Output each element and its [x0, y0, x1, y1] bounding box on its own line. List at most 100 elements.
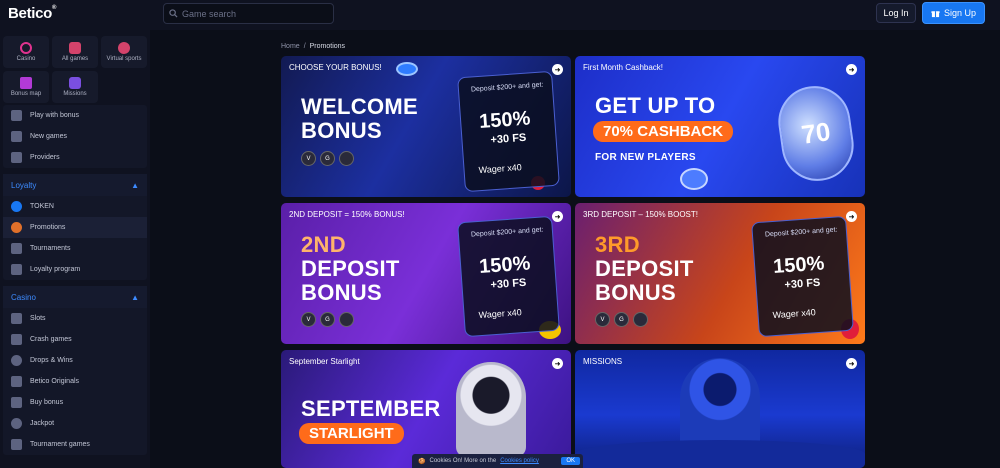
sidebar-item-drops-wins[interactable]: Drops & Wins — [3, 350, 147, 371]
main-content: Home / Promotions CHOOSE YOUR BONUS! ➜ WEL… — [150, 30, 1000, 468]
chevron-up-icon: ▲ — [131, 180, 139, 190]
deposit-card: Deposit $200+ and get: 150% +30 FS Wager… — [457, 70, 560, 193]
apple-pay-icon — [633, 312, 648, 327]
promo-card-2nd-deposit[interactable]: 2ND DEPOSIT = 150% BONUS! ➜ 2ND DEPOSIT … — [281, 203, 571, 344]
sidebar-item-label: New games — [30, 133, 67, 140]
diamond-icon — [680, 168, 708, 190]
arrow-right-icon[interactable]: ➜ — [846, 211, 857, 222]
promo-label: 2ND DEPOSIT = 150% BONUS! — [289, 210, 405, 219]
arrow-right-icon[interactable]: ➜ — [552, 64, 563, 75]
payment-icons: V G — [595, 312, 648, 327]
visa-icon: V — [301, 312, 316, 327]
sidebar-top-list: Play with bonus New games Providers — [3, 105, 147, 168]
promo-label: September Starlight — [289, 357, 360, 366]
sidebar-item-label: Buy bonus — [30, 399, 64, 406]
sidebar-item-betico-originals[interactable]: Betico Originals — [3, 371, 147, 392]
sidebar-item-token[interactable]: TOKEN — [3, 196, 147, 217]
signup-label: Sign Up — [943, 8, 977, 18]
deposit-percent: 150% — [478, 252, 532, 278]
new-games-icon — [11, 131, 22, 142]
promo-label: MISSIONS — [583, 357, 623, 366]
loyalty-program-icon — [11, 264, 22, 275]
deposit-card: Deposit $200+ and get: 150% +30 FS Wager… — [457, 215, 560, 338]
quick-label: Bonus map — [10, 91, 42, 97]
arrow-right-icon[interactable]: ➜ — [552, 211, 563, 222]
payment-icons: V G — [301, 312, 354, 327]
promo-label: First Month Cashback! — [583, 63, 664, 72]
promo-label: CHOOSE YOUR BONUS! — [289, 63, 382, 72]
sidebar-item-label: Jackpot — [30, 420, 55, 427]
breadcrumb-home[interactable]: Home — [281, 43, 300, 50]
sidebar-item-slots[interactable]: Slots — [3, 308, 147, 329]
sidebar-item-tournaments[interactable]: Tournaments — [3, 238, 147, 259]
promo-card-3rd-deposit[interactable]: 3RD DEPOSIT – 150% BOOST! ➜ 3RD DEPOSIT … — [575, 203, 865, 344]
sidebar-item-label: Drops & Wins — [30, 357, 73, 364]
cookie-ok-button[interactable]: OK — [561, 457, 580, 465]
arrow-right-icon[interactable]: ➜ — [552, 358, 563, 369]
sidebar-item-label: TOKEN — [30, 203, 54, 210]
deposit-wager: Wager x40 — [772, 307, 817, 321]
visa-icon: V — [595, 312, 610, 327]
promo-card-welcome[interactable]: CHOOSE YOUR BONUS! ➜ WELCOME BONUS V G D… — [281, 56, 571, 197]
sidebar-item-play-with-bonus[interactable]: Play with bonus — [3, 105, 147, 126]
breadcrumb-current: Promotions — [309, 43, 346, 50]
sidebar-item-promotions[interactable]: Promotions — [3, 217, 147, 238]
top-bar: Betico® Log In Sign Up — [0, 0, 1000, 30]
sidebar-item-loyalty-program[interactable]: Loyalty program — [3, 259, 147, 280]
promo-card-missions[interactable]: MISSIONS ➜ — [575, 350, 865, 468]
promo-title-line1: GET UP TO — [595, 93, 716, 118]
promo-label: 3RD DEPOSIT – 150% BOOST! — [583, 210, 699, 219]
loyalty-header[interactable]: Loyalty ▲ — [3, 174, 147, 196]
logo[interactable]: Betico® — [8, 5, 56, 22]
sidebar-item-tournament-games[interactable]: Tournament games — [3, 434, 147, 455]
search-icon — [169, 9, 178, 18]
deposit-free-spins: +30 FS — [490, 276, 527, 292]
token-icon — [11, 201, 22, 212]
sidebar-loyalty: Loyalty ▲ TOKEN Promotions Tournaments Lo… — [3, 174, 147, 280]
quick-bonus-map[interactable]: Bonus map — [3, 71, 49, 103]
quick-virtual-sports[interactable]: Virtual sports — [101, 36, 147, 68]
signup-button[interactable]: Sign Up — [922, 2, 985, 24]
promo-title-line1: SEPTEMBER — [301, 396, 441, 421]
promo-title-line3: FOR NEW PLAYERS — [595, 152, 696, 163]
astronaut-icon — [456, 362, 526, 457]
sidebar-item-new-games[interactable]: New games — [3, 126, 147, 147]
sidebar-item-providers[interactable]: Providers — [3, 147, 147, 168]
deposit-wager: Wager x40 — [478, 162, 523, 176]
search-box[interactable] — [163, 3, 334, 24]
casino-header[interactable]: Casino ▲ — [3, 286, 147, 308]
sidebar-item-crash-games[interactable]: Crash games — [3, 329, 147, 350]
promo-title-line2: BONUS — [301, 118, 382, 143]
search-input[interactable] — [182, 8, 322, 19]
crash-games-icon — [11, 334, 22, 345]
sidebar-item-label: Loyalty program — [30, 266, 81, 273]
promo-title-line3: BONUS — [595, 280, 676, 305]
quick-label: Casino — [16, 56, 36, 62]
quick-casino[interactable]: Casino — [3, 36, 49, 68]
promo-card-cashback[interactable]: First Month Cashback! ➜ GET UP TO 70% CA… — [575, 56, 865, 197]
cookie-policy-link[interactable]: Cookies policy — [500, 458, 539, 464]
quick-all-games[interactable]: All games — [52, 36, 98, 68]
virtual-sports-icon — [118, 42, 130, 54]
promotions-icon — [11, 222, 22, 233]
arrow-right-icon[interactable]: ➜ — [846, 358, 857, 369]
arrow-right-icon[interactable]: ➜ — [846, 64, 857, 75]
cookie-banner: 🍪 Cookies On! More on the Cookies policy… — [412, 454, 583, 468]
all-games-icon — [69, 42, 81, 54]
tournament-games-icon — [11, 439, 22, 450]
jackpot-icon — [11, 418, 22, 429]
chevron-up-icon: ▲ — [131, 292, 139, 302]
login-button[interactable]: Log In — [876, 3, 916, 23]
sidebar-item-buy-bonus[interactable]: Buy bonus — [3, 392, 147, 413]
apple-pay-icon — [339, 151, 354, 166]
breadcrumb-separator: / — [303, 43, 306, 50]
promo-title-line1: 2ND — [301, 232, 346, 257]
deposit-card: Deposit $200+ and get: 150% +30 FS Wager… — [751, 215, 854, 338]
promo-card-september[interactable]: September Starlight ➜ SEPTEMBER STARLIGH… — [281, 350, 571, 468]
cookie-icon: 🍪 — [418, 458, 426, 465]
quick-missions[interactable]: Missions — [52, 71, 98, 103]
promo-title-line3: BONUS — [301, 280, 382, 305]
badge-number: 70 — [799, 116, 833, 150]
payment-icons: V G — [301, 151, 354, 166]
sidebar-item-jackpot[interactable]: Jackpot — [3, 413, 147, 434]
